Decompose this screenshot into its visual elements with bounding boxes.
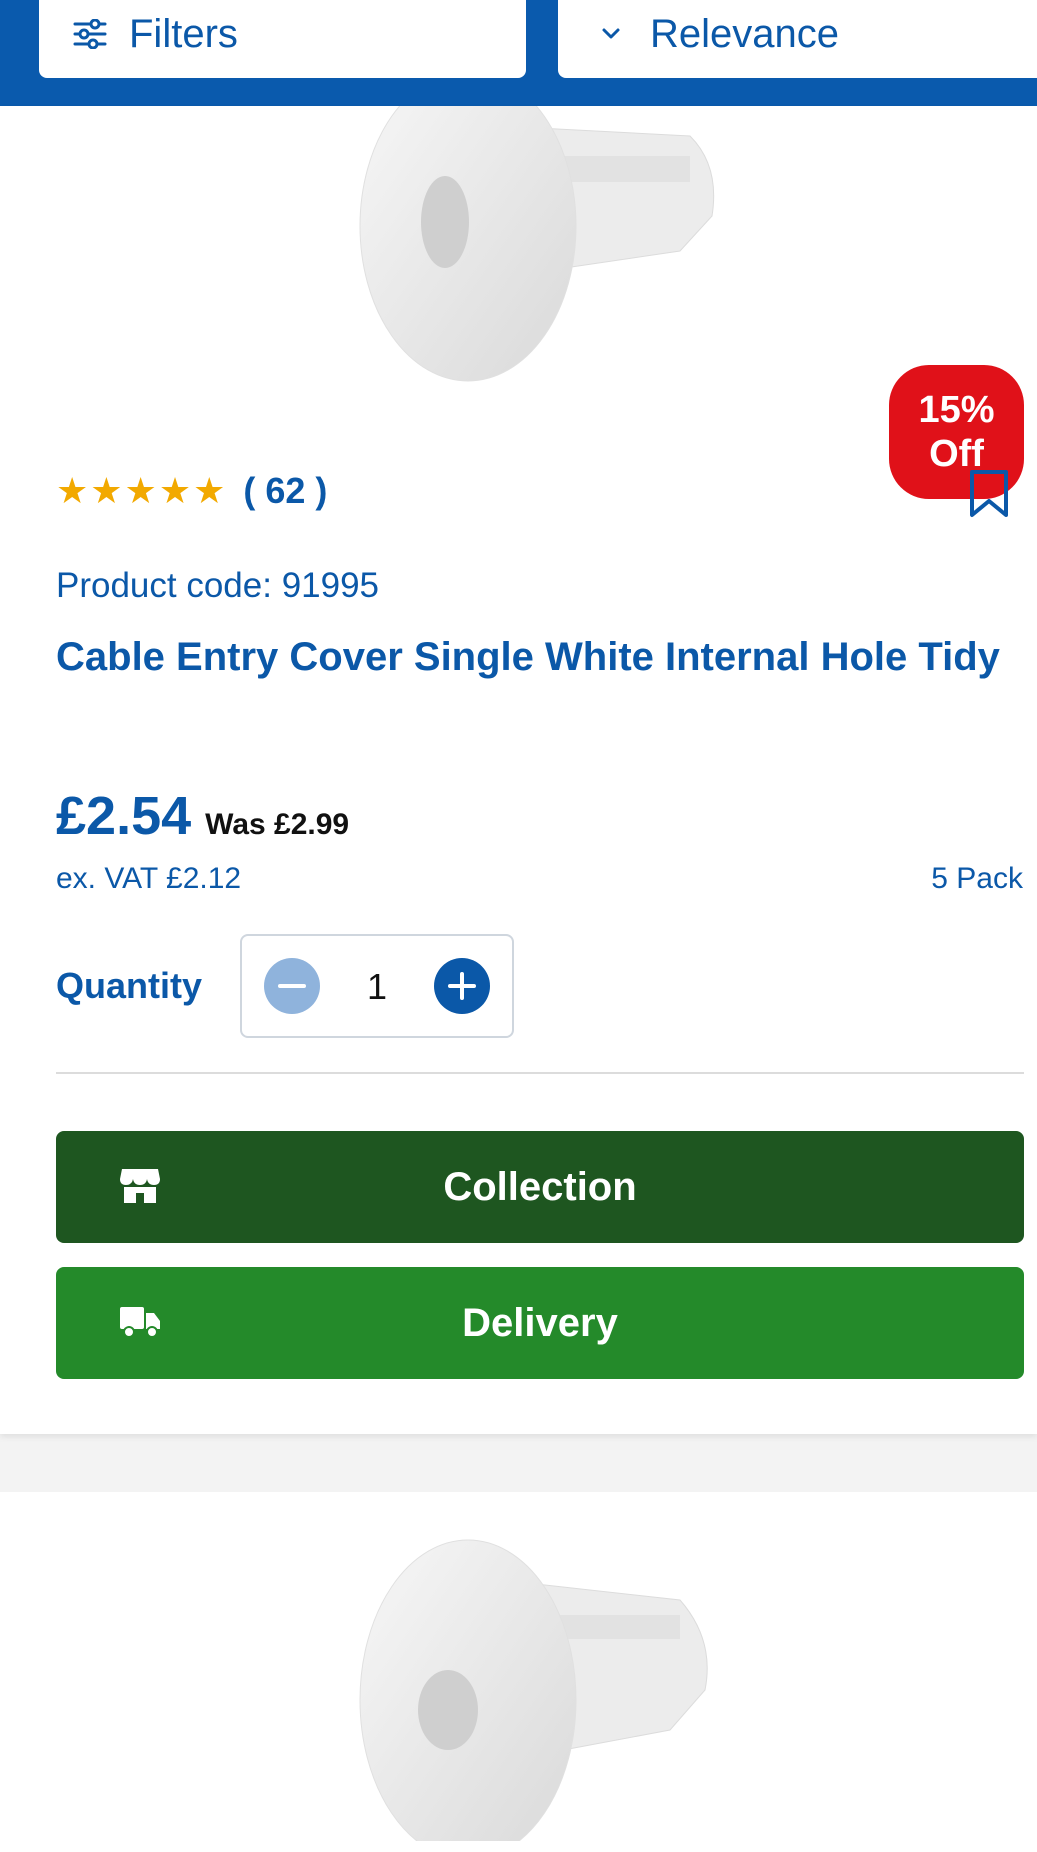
delivery-label: Delivery xyxy=(462,1300,618,1345)
product-title[interactable]: Cable Entry Cover Single White Internal … xyxy=(56,628,1016,687)
product-image[interactable] xyxy=(350,106,730,406)
collection-label: Collection xyxy=(443,1164,637,1209)
product-code: Product code: 91995 xyxy=(56,566,380,605)
was-price: Was £2.99 xyxy=(205,808,350,841)
current-price: £2.54 xyxy=(56,786,192,846)
badge-percent: 15% xyxy=(918,389,995,431)
product-image-next[interactable] xyxy=(350,1530,730,1841)
sort-dropdown[interactable]: Relevance xyxy=(558,0,1037,78)
price-row: £2.54 Was £2.99 xyxy=(56,785,349,847)
delivery-button[interactable]: Delivery xyxy=(56,1267,1024,1379)
collection-button[interactable]: Collection xyxy=(56,1131,1024,1243)
truck-icon xyxy=(120,1307,160,1338)
store-icon xyxy=(120,1169,160,1203)
star-rating: ★★★★★ xyxy=(56,470,228,511)
pack-size: 5 Pack xyxy=(931,862,1023,895)
sort-label: Relevance xyxy=(650,11,840,56)
plus-icon[interactable] xyxy=(434,958,490,1014)
top-toolbar: Filters Relevance xyxy=(0,0,1037,106)
filters-button[interactable]: Filters xyxy=(39,0,526,78)
filters-label: Filters xyxy=(129,11,238,56)
rating[interactable]: ★★★★★ ( 62 ) xyxy=(56,470,327,512)
bookmark-icon[interactable] xyxy=(967,468,1011,520)
ex-vat-price: ex. VAT £2.12 xyxy=(56,862,242,895)
sliders-icon xyxy=(73,17,107,51)
chevron-down-icon xyxy=(594,17,628,51)
quantity-stepper: 1 xyxy=(240,934,514,1038)
divider xyxy=(56,1072,1024,1074)
review-count: ( 62 ) xyxy=(243,470,328,511)
quantity-label: Quantity xyxy=(56,965,203,1006)
